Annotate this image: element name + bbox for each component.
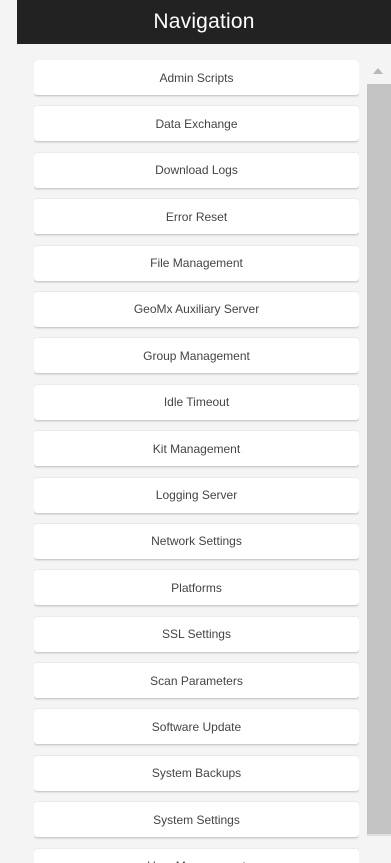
chevron-up-icon[interactable] [365,60,391,82]
nav-user-management-button[interactable]: User Management [34,848,359,863]
nav-download-logs-button[interactable]: Download Logs [34,152,359,188]
scrollbar-thumb[interactable] [367,84,391,834]
nav-scan-parameters-button[interactable]: Scan Parameters [34,663,359,699]
nav-file-management-button[interactable]: File Management [34,245,359,281]
scrollbar-track[interactable] [367,84,391,836]
nav-group-management-button[interactable]: Group Management [34,338,359,374]
nav-ssl-settings-button[interactable]: SSL Settings [34,616,359,652]
nav-kit-management-button[interactable]: Kit Management [34,431,359,467]
nav-error-reset-button[interactable]: Error Reset [34,199,359,235]
navigation-panel: Navigation Admin Scripts Data Exchange D… [0,0,391,863]
nav-system-settings-button[interactable]: System Settings [34,802,359,838]
nav-admin-scripts-button[interactable]: Admin Scripts [34,60,359,95]
nav-geomx-auxiliary-server-button[interactable]: GeoMx Auxiliary Server [34,291,359,327]
nav-platforms-button[interactable]: Platforms [34,570,359,606]
nav-idle-timeout-button[interactable]: Idle Timeout [34,384,359,420]
nav-system-backups-button[interactable]: System Backups [34,755,359,791]
nav-network-settings-button[interactable]: Network Settings [34,523,359,559]
navigation-list: Admin Scripts Data Exchange Download Log… [34,60,359,863]
nav-data-exchange-button[interactable]: Data Exchange [34,106,359,142]
panel-title: Navigation [17,0,391,44]
vertical-scrollbar[interactable] [365,60,391,836]
nav-logging-server-button[interactable]: Logging Server [34,477,359,513]
nav-software-update-button[interactable]: Software Update [34,709,359,745]
